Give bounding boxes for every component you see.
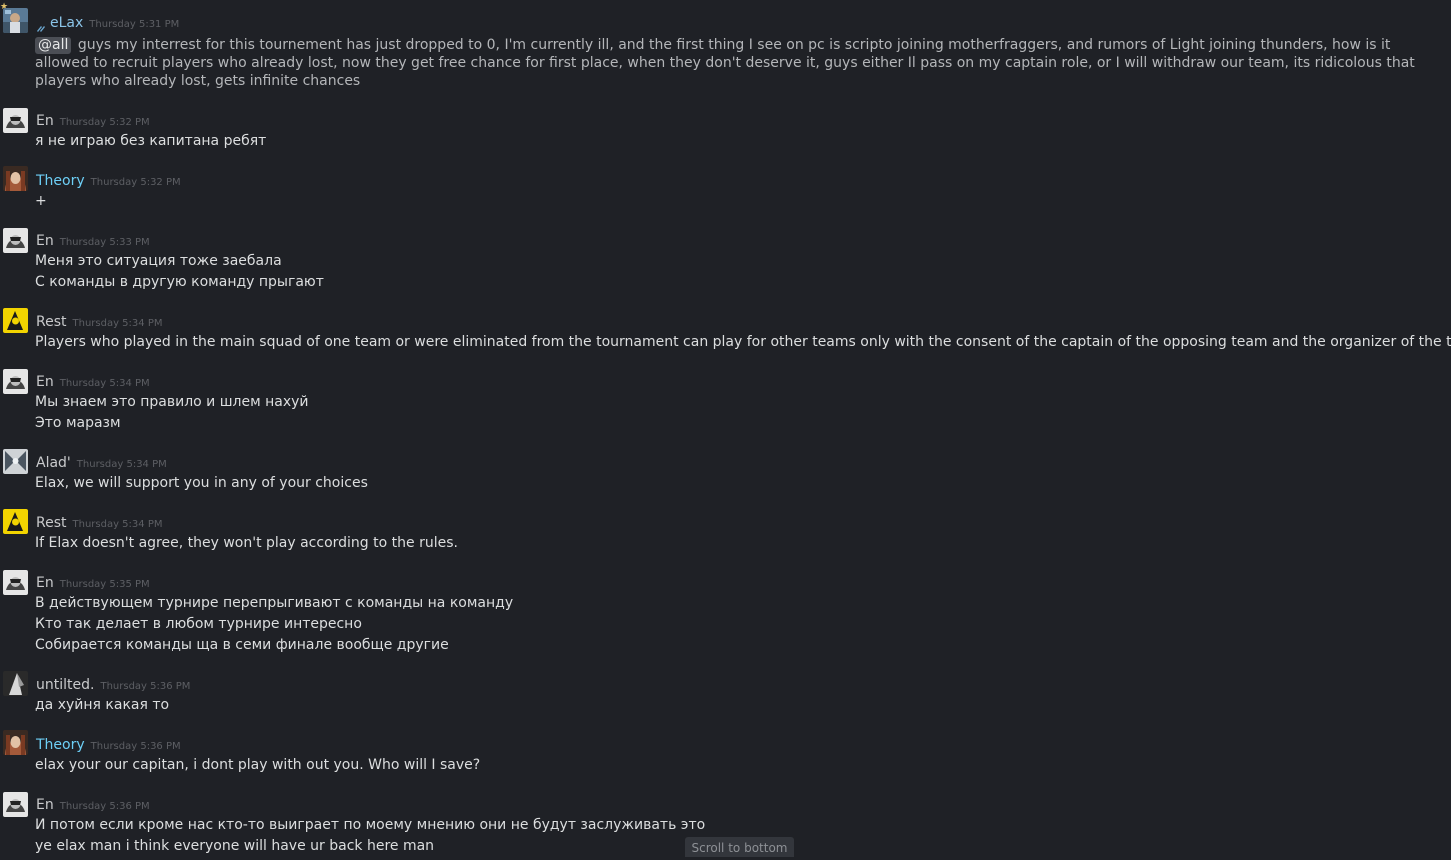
username[interactable]: eLax (50, 15, 83, 31)
chevron-rank-icon (36, 18, 46, 32)
message-line: Меня это ситуация тоже заебала (35, 253, 282, 269)
chat-log: ★ eLax Thursday 5:31 PM @all guys my inte… (0, 0, 1451, 857)
message-line: elax your our capitan, i dont play with … (35, 757, 481, 773)
message-line: Это маразм (35, 415, 121, 431)
username[interactable]: En (36, 374, 54, 390)
avatar[interactable] (3, 308, 28, 333)
timestamp: Thursday 5:32 PM (90, 177, 181, 188)
avatar[interactable] (3, 730, 28, 755)
timestamp: Thursday 5:32 PM (59, 117, 150, 128)
timestamp: Thursday 5:35 PM (59, 579, 150, 590)
message-line: В действующем турнире перепрыгивают с ко… (35, 595, 514, 611)
message-line: Кто так делает в любом турнире интересно (35, 616, 362, 632)
message-body: guys my interrest for this tournement ha… (35, 37, 1415, 89)
timestamp: Thursday 5:34 PM (72, 318, 163, 329)
avatar[interactable] (3, 8, 28, 33)
timestamp: Thursday 5:36 PM (100, 681, 191, 692)
avatar[interactable] (3, 671, 28, 696)
username[interactable]: En (36, 575, 54, 591)
timestamp: Thursday 5:34 PM (72, 519, 163, 530)
message-line: Elax, we will support you in any of your… (35, 475, 368, 491)
username[interactable]: En (36, 233, 54, 249)
timestamp: Thursday 5:36 PM (90, 741, 181, 752)
mention-tag[interactable]: @all (35, 37, 72, 54)
message-line: да хуйня какая то (35, 697, 170, 713)
message-line: С команды в другую команду прыгают (35, 274, 324, 290)
message-line: + (35, 193, 47, 209)
timestamp: Thursday 5:33 PM (59, 237, 150, 248)
timestamp: Thursday 5:34 PM (76, 459, 167, 470)
message-line: If Elax doesn't agree, they won't play a… (35, 535, 458, 551)
username[interactable]: En (36, 113, 54, 129)
timestamp: Thursday 5:34 PM (59, 378, 150, 389)
avatar[interactable] (3, 108, 28, 133)
username[interactable]: untilted. (36, 677, 94, 693)
message-line: Players who played in the main squad of … (35, 334, 1451, 350)
avatar[interactable] (3, 509, 28, 534)
message-line: ye elax man i think everyone will have u… (35, 838, 435, 854)
message-line: Мы знаем это правило и шлем нахуй (35, 394, 309, 410)
avatar[interactable] (3, 166, 28, 191)
scroll-to-bottom-button[interactable]: Scroll to bottom (685, 837, 794, 857)
avatar[interactable] (3, 570, 28, 595)
avatar[interactable] (3, 369, 28, 394)
avatar[interactable] (3, 792, 28, 817)
username[interactable]: Rest (36, 515, 67, 531)
username[interactable]: Rest (36, 314, 67, 330)
username[interactable]: En (36, 797, 54, 813)
message-line: И потом если кроме нас кто-то выиграет п… (35, 817, 706, 833)
message-line: я не играю без капитана ребят (35, 133, 267, 149)
message-line: Собирается команды ща в семи финале вооб… (35, 637, 449, 653)
avatar[interactable] (3, 449, 28, 474)
username[interactable]: Theory (36, 737, 85, 753)
timestamp: Thursday 5:31 PM (89, 19, 180, 30)
avatar[interactable] (3, 228, 28, 253)
username[interactable]: Alad' (36, 455, 71, 471)
message-text: @all guys my interrest for this tourneme… (35, 36, 1445, 90)
username[interactable]: Theory (36, 173, 85, 189)
timestamp: Thursday 5:36 PM (59, 801, 150, 812)
